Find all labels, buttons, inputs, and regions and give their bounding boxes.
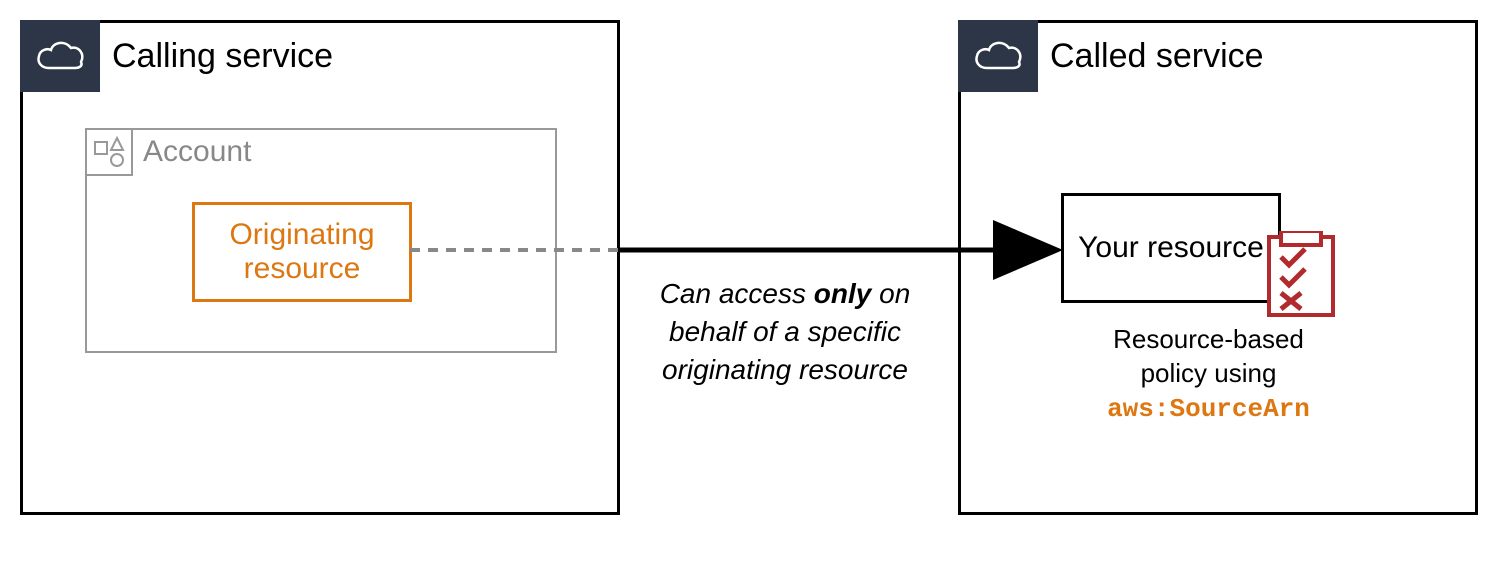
policy-icon (1261, 231, 1341, 321)
calling-service-header: Calling service (20, 20, 333, 92)
your-resource-box: Your resource (1061, 193, 1281, 303)
policy-caption: Resource-based policy using aws:SourceAr… (1061, 323, 1356, 426)
calling-service-box: Calling service Account Originating reso… (20, 20, 620, 515)
policy-line-2: policy using (1141, 358, 1277, 388)
called-service-title: Called service (1050, 37, 1264, 76)
policy-line-1: Resource-based (1113, 324, 1304, 354)
your-resource-label: Your resource (1078, 231, 1264, 265)
originating-resource-box: Originating resource (192, 202, 412, 302)
originating-resource-label: Originating resource (205, 218, 399, 286)
cloud-icon (958, 20, 1038, 92)
arrow-text-pre: Can access (660, 278, 814, 309)
account-box: Account Originating resource (85, 128, 557, 353)
arrow-caption: Can access only on behalf of a specific … (625, 275, 945, 388)
account-header: Account (85, 128, 251, 176)
calling-service-title: Calling service (112, 37, 333, 76)
cloud-icon (20, 20, 100, 92)
called-service-header: Called service (958, 20, 1264, 92)
policy-code: aws:SourceArn (1107, 394, 1310, 424)
called-service-box: Called service Your resource Resource-ba… (958, 20, 1478, 515)
account-shapes-icon (85, 128, 133, 176)
arrow-text-only: only (814, 278, 872, 309)
account-label: Account (143, 135, 251, 169)
